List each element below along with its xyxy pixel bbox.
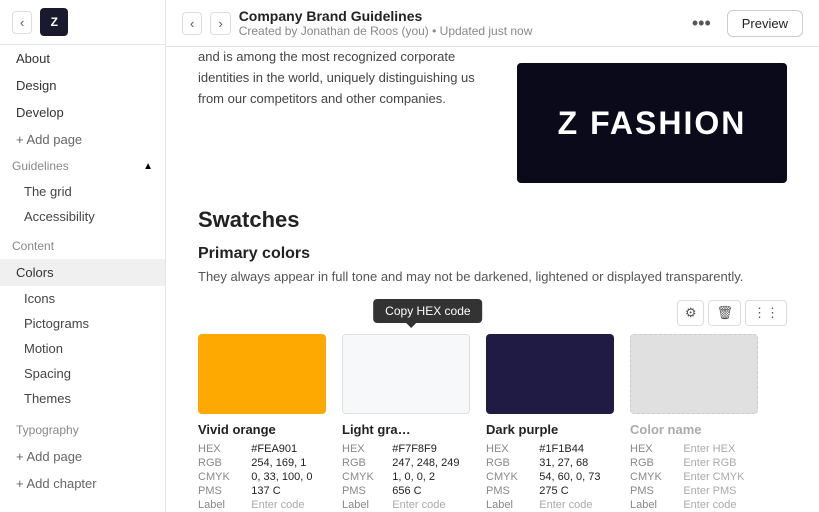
color-card-empty: Color name HEX Enter HEX RGB Enter RGB C…	[630, 334, 758, 511]
add-page-button[interactable]: + Add page	[0, 126, 165, 153]
next-page-button[interactable]: ›	[210, 12, 230, 35]
primary-colors-title: Primary colors	[198, 245, 787, 263]
sidebar-item-accessibility[interactable]: Accessibility	[0, 204, 165, 229]
more-options-button[interactable]: •••	[686, 11, 717, 36]
sidebar-item-design[interactable]: Design	[0, 72, 165, 99]
sidebar-item-about[interactable]: About	[0, 45, 165, 72]
color-card-light-gray: Copy HEX code Light gra… HEX #F7F8F9 RGB…	[342, 334, 470, 511]
color-name-dark-purple: Dark purple	[486, 422, 614, 437]
color-info-vivid-orange: HEX #FEA901 RGB 254, 169, 1 CMYK 0, 33, …	[198, 443, 326, 511]
sidebar-item-the-grid[interactable]: The grid	[0, 179, 165, 204]
sidebar-item-label: About	[16, 51, 50, 66]
color-name-empty: Color name	[630, 422, 758, 437]
color-swatch-light-gray[interactable]: Copy HEX code	[342, 334, 470, 414]
guidelines-label: Guidelines	[12, 159, 69, 173]
swatches-section: Swatches Primary colors They always appe…	[198, 207, 787, 512]
color-name-light-gray: Light gra…	[342, 422, 470, 437]
guidelines-section-header[interactable]: Guidelines ▲	[0, 153, 165, 179]
main-area: ‹ › Company Brand Guidelines Created by …	[166, 0, 819, 512]
sidebar-item-motion[interactable]: Motion	[0, 336, 165, 361]
content-section-header[interactable]: Content	[0, 233, 165, 259]
preview-button[interactable]: Preview	[727, 10, 803, 37]
sidebar-item-icons[interactable]: Icons	[0, 286, 165, 311]
sidebar-item-label: Design	[16, 78, 56, 93]
doc-header-left: ‹ › Company Brand Guidelines Created by …	[182, 8, 532, 38]
sidebar-item-themes[interactable]: Themes	[0, 386, 165, 411]
chevron-up-icon: ▲	[143, 161, 153, 172]
delete-button[interactable]: 🗑	[708, 300, 741, 326]
settings-button[interactable]: ⚙	[677, 300, 705, 326]
sidebar-item-spacing[interactable]: Spacing	[0, 361, 165, 386]
sidebar-item-label: Develop	[16, 105, 64, 120]
color-info-light-gray: HEX #F7F8F9 RGB 247, 248, 249 CMYK 1, 0,…	[342, 443, 470, 511]
typography-section[interactable]: Typography	[0, 417, 165, 443]
color-card-dark-purple: Dark purple HEX #1F1B44 RGB 31, 27, 68 C…	[486, 334, 614, 511]
header-right: ••• Preview	[686, 10, 803, 37]
sidebar-item-pictograms[interactable]: Pictograms	[0, 311, 165, 336]
swatches-title: Swatches	[198, 207, 787, 233]
grid-layout-button[interactable]: ⋮⋮	[745, 300, 787, 326]
color-name-vivid-orange: Vivid orange	[198, 422, 326, 437]
hero-section: and is among the most recognized corpora…	[198, 47, 787, 183]
add-page-button-2[interactable]: + Add page	[0, 443, 165, 470]
swatch-toolbar: ⚙ 🗑 ⋮⋮	[198, 300, 787, 326]
color-info-empty: HEX Enter HEX RGB Enter RGB CMYK Enter C…	[630, 443, 758, 511]
color-card-vivid-orange: Vivid orange HEX #FEA901 RGB 254, 169, 1…	[198, 334, 326, 511]
sidebar-item-colors[interactable]: Colors	[0, 259, 165, 286]
page-content: and is among the most recognized corpora…	[166, 47, 819, 512]
document-title: Company Brand Guidelines	[239, 8, 533, 24]
prev-page-button[interactable]: ‹	[182, 12, 202, 35]
color-swatch-dark-purple[interactable]	[486, 334, 614, 414]
color-swatches-container: Vivid orange HEX #FEA901 RGB 254, 169, 1…	[198, 334, 787, 511]
brand-logo: Z FASHION	[517, 63, 787, 183]
document-meta: Created by Jonathan de Roos (you) • Upda…	[239, 24, 533, 38]
brand-description: and is among the most recognized corpora…	[198, 47, 493, 109]
content-label: Content	[12, 239, 54, 253]
color-swatch-empty[interactable]	[630, 334, 758, 414]
color-swatch-vivid-orange[interactable]	[198, 334, 326, 414]
doc-header: ‹ › Company Brand Guidelines Created by …	[166, 0, 819, 47]
color-info-dark-purple: HEX #1F1B44 RGB 31, 27, 68 CMYK 54, 60, …	[486, 443, 614, 511]
sidebar-item-develop[interactable]: Develop	[0, 99, 165, 126]
typography-label: Typography	[16, 423, 79, 437]
sidebar: ‹ Z About Design Develop + Add page Guid…	[0, 0, 166, 512]
content-area: and is among the most recognized corpora…	[166, 47, 819, 512]
back-button[interactable]: ‹	[12, 11, 32, 34]
add-chapter-button[interactable]: + Add chapter	[0, 470, 165, 497]
sidebar-top: ‹ Z	[0, 0, 165, 45]
primary-colors-desc: They always appear in full tone and may …	[198, 269, 787, 284]
hex-value: #FEA901	[251, 443, 326, 455]
doc-icon: Z	[40, 8, 68, 36]
